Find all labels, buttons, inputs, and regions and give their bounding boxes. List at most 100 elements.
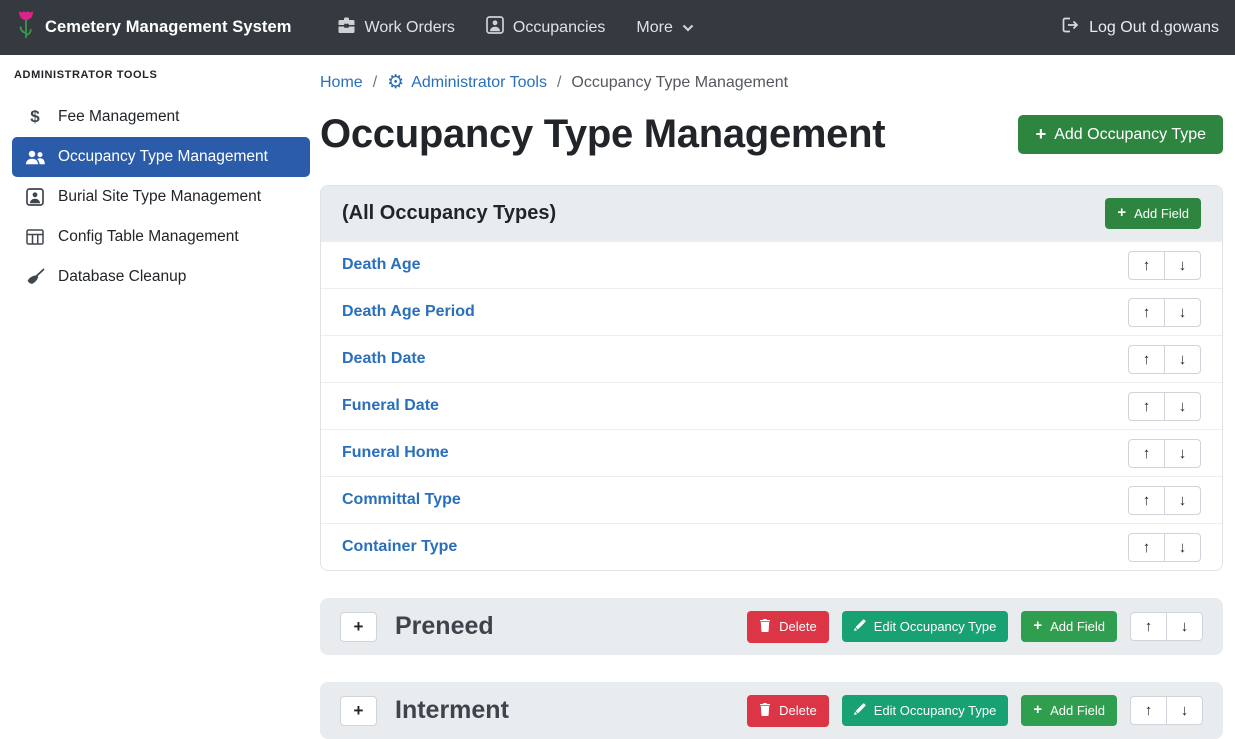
field-link-death-age-period[interactable]: Death Age Period (342, 303, 475, 321)
arrow-up-icon: ↑ (1143, 492, 1151, 509)
add-field-button[interactable]: + Add Field (1021, 695, 1117, 726)
arrow-down-icon: ↓ (1179, 257, 1187, 274)
add-field-button[interactable]: + Add Field (1021, 611, 1117, 642)
plus-icon: + (1117, 206, 1126, 221)
sidebar-item-config-table-management[interactable]: Config Table Management (12, 217, 310, 257)
section-actions: Delete Edit Occupancy Type + Add Field ↑ (747, 611, 1203, 643)
arrow-up-icon: ↑ (1145, 702, 1153, 719)
breadcrumb-home-link[interactable]: Home (320, 74, 363, 92)
edit-occupancy-type-button[interactable]: Edit Occupancy Type (842, 695, 1009, 726)
trash-icon (759, 703, 771, 719)
tulip-logo-icon (16, 10, 36, 45)
chevron-down-icon (682, 19, 694, 37)
move-down-button[interactable]: ↓ (1166, 696, 1203, 725)
move-down-button[interactable]: ↓ (1164, 392, 1201, 421)
section-title: Interment (395, 696, 509, 725)
edit-occupancy-type-button[interactable]: Edit Occupancy Type (842, 611, 1009, 642)
move-down-button[interactable]: ↓ (1164, 345, 1201, 374)
breadcrumb-separator: / (363, 74, 387, 92)
sidebar-item-label: Occupancy Type Management (58, 148, 268, 166)
arrow-down-icon: ↓ (1179, 445, 1187, 462)
breadcrumb-admin-tools-link[interactable]: ⚙ Administrator Tools (387, 73, 547, 92)
move-up-button[interactable]: ↑ (1128, 533, 1165, 562)
reorder-controls: ↑ ↓ (1128, 486, 1201, 515)
field-row: Container Type ↑ ↓ (321, 523, 1222, 570)
field-row: Death Age Period ↑ ↓ (321, 288, 1222, 335)
reorder-controls: ↑ ↓ (1128, 439, 1201, 468)
nav-work-orders[interactable]: Work Orders (337, 17, 455, 39)
move-down-button[interactable]: ↓ (1164, 533, 1201, 562)
sidebar: Administrator Tools $ Fee Management Occ… (0, 55, 320, 738)
nav-occupancies-label: Occupancies (513, 19, 606, 37)
move-up-button[interactable]: ↑ (1128, 298, 1165, 327)
sidebar-item-burial-site-type-management[interactable]: Burial Site Type Management (12, 177, 310, 217)
field-row: Death Date ↑ ↓ (321, 335, 1222, 382)
app-brand[interactable]: Cemetery Management System (16, 10, 292, 45)
nav-more[interactable]: More (636, 19, 693, 37)
sidebar-item-label: Burial Site Type Management (58, 188, 261, 206)
move-up-button[interactable]: ↑ (1130, 612, 1167, 641)
sidebar-item-label: Fee Management (58, 108, 180, 126)
users-icon (24, 150, 46, 165)
page-title: Occupancy Type Management (320, 112, 885, 157)
trash-icon (759, 619, 771, 635)
nav-occupancies[interactable]: Occupancies (486, 16, 606, 39)
arrow-up-icon: ↑ (1143, 257, 1151, 274)
toolbox-icon (337, 17, 356, 39)
field-row: Funeral Date ↑ ↓ (321, 382, 1222, 429)
reorder-controls: ↑ ↓ (1128, 345, 1201, 374)
expand-section-button[interactable]: + (340, 696, 377, 726)
sidebar-item-label: Config Table Management (58, 228, 239, 246)
move-down-button[interactable]: ↓ (1164, 486, 1201, 515)
plus-icon: + (354, 617, 364, 637)
field-link-container-type[interactable]: Container Type (342, 538, 457, 556)
dollar-icon: $ (24, 107, 46, 127)
field-link-funeral-date[interactable]: Funeral Date (342, 397, 439, 415)
nav-more-label: More (636, 19, 672, 37)
move-down-button[interactable]: ↓ (1164, 298, 1201, 327)
arrow-up-icon: ↑ (1143, 304, 1151, 321)
move-down-button[interactable]: ↓ (1164, 439, 1201, 468)
breadcrumb-separator: / (547, 74, 571, 92)
arrow-down-icon: ↓ (1179, 539, 1187, 556)
arrow-up-icon: ↑ (1143, 445, 1151, 462)
field-link-funeral-home[interactable]: Funeral Home (342, 444, 449, 462)
expand-section-button[interactable]: + (340, 612, 377, 642)
broom-icon (24, 268, 46, 286)
card-title: (All Occupancy Types) (342, 202, 556, 225)
move-down-button[interactable]: ↓ (1166, 612, 1203, 641)
arrow-down-icon: ↓ (1179, 398, 1187, 415)
arrow-up-icon: ↑ (1145, 618, 1153, 635)
delete-button[interactable]: Delete (747, 611, 829, 643)
delete-button[interactable]: Delete (747, 695, 829, 727)
plus-icon: + (1035, 125, 1046, 143)
burial-site-icon (24, 188, 46, 206)
move-up-button[interactable]: ↑ (1128, 486, 1165, 515)
move-down-button[interactable]: ↓ (1164, 251, 1201, 280)
sidebar-item-database-cleanup[interactable]: Database Cleanup (12, 257, 310, 297)
breadcrumb: Home / ⚙ Administrator Tools / Occupancy… (320, 73, 1223, 92)
move-up-button[interactable]: ↑ (1128, 439, 1165, 468)
reorder-controls: ↑ ↓ (1130, 696, 1203, 725)
move-up-button[interactable]: ↑ (1130, 696, 1167, 725)
move-up-button[interactable]: ↑ (1128, 392, 1165, 421)
nav-work-orders-label: Work Orders (365, 19, 455, 37)
move-up-button[interactable]: ↑ (1128, 345, 1165, 374)
move-up-button[interactable]: ↑ (1128, 251, 1165, 280)
field-link-committal-type[interactable]: Committal Type (342, 491, 461, 509)
field-row: Committal Type ↑ ↓ (321, 476, 1222, 523)
sidebar-item-occupancy-type-management[interactable]: Occupancy Type Management (12, 137, 310, 177)
arrow-down-icon: ↓ (1179, 492, 1187, 509)
sidebar-item-fee-management[interactable]: $ Fee Management (12, 97, 310, 137)
logout-link[interactable]: Log Out d.gowans (1062, 17, 1219, 38)
add-field-button[interactable]: + Add Field (1105, 198, 1201, 229)
app-title: Cemetery Management System (45, 18, 292, 37)
add-occupancy-type-button[interactable]: + Add Occupancy Type (1018, 115, 1223, 153)
field-link-death-age[interactable]: Death Age (342, 256, 421, 274)
reorder-controls: ↑ ↓ (1128, 251, 1201, 280)
sidebar-item-label: Database Cleanup (58, 268, 186, 286)
plus-icon: + (354, 701, 364, 721)
pencil-icon (854, 619, 866, 634)
field-link-death-date[interactable]: Death Date (342, 350, 426, 368)
reorder-controls: ↑ ↓ (1128, 533, 1201, 562)
